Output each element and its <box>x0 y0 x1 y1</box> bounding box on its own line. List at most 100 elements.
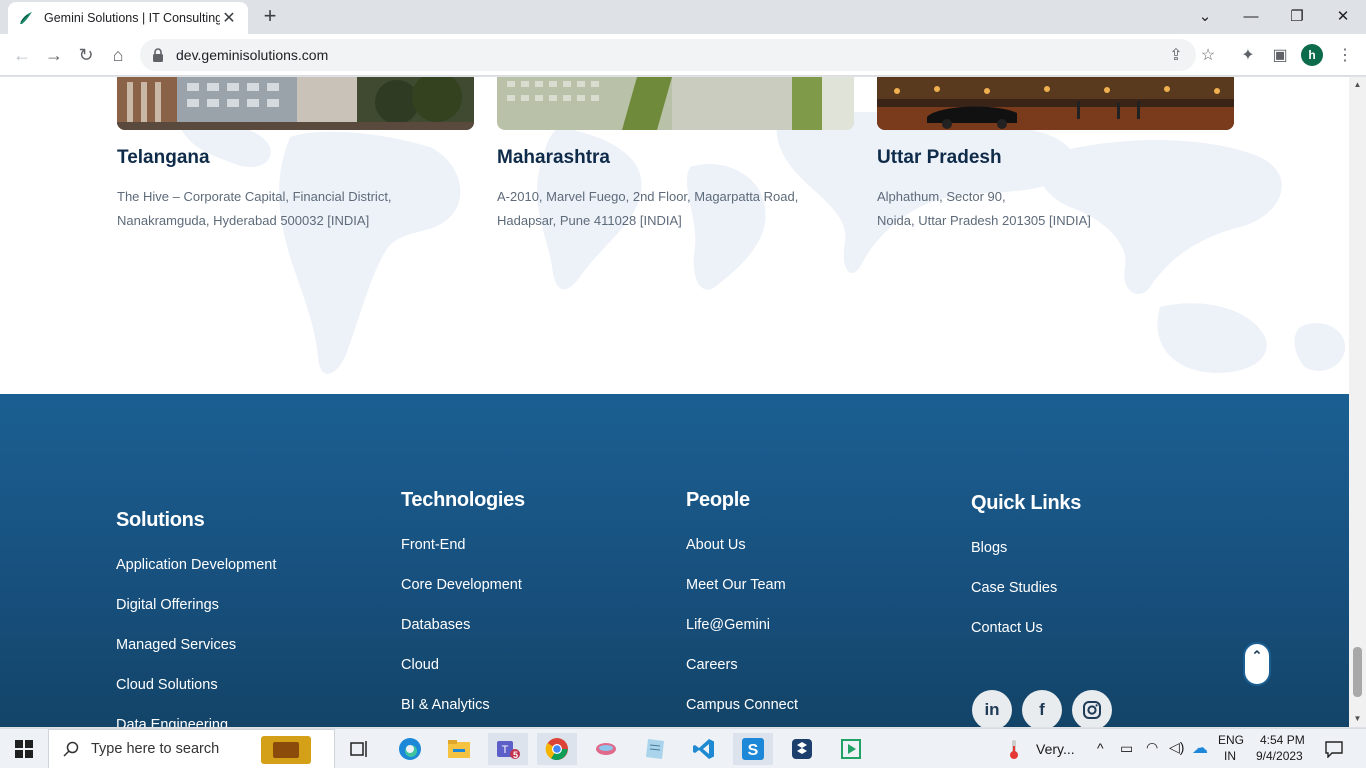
weather-text[interactable]: Very... <box>1036 741 1075 757</box>
svg-text:S: S <box>748 742 759 759</box>
instagram-glyph <box>1083 701 1101 719</box>
restore-button[interactable]: ❐ <box>1274 0 1320 32</box>
language-top[interactable]: ENG <box>1218 733 1244 747</box>
gemini-favicon-icon <box>20 12 32 24</box>
profile-avatar[interactable]: h <box>1301 44 1323 66</box>
media-player-icon[interactable] <box>831 733 871 765</box>
footer-link[interactable]: Cloud <box>401 657 439 673</box>
weather-icon[interactable] <box>996 733 1032 765</box>
share-icon[interactable]: ⇪ <box>1166 45 1186 65</box>
footer-link[interactable]: Front-End <box>401 537 465 553</box>
footer-link[interactable]: Core Development <box>401 577 522 593</box>
vscode-icon[interactable] <box>684 733 724 765</box>
bookmark-star-icon[interactable]: ☆ <box>1198 45 1218 65</box>
footer-link[interactable]: Meet Our Team <box>686 577 786 593</box>
footer-link[interactable]: About Us <box>686 537 746 553</box>
footer-link[interactable]: Case Studies <box>971 580 1057 596</box>
linkedin-icon[interactable]: in <box>972 690 1012 727</box>
forward-button[interactable]: → <box>42 43 66 67</box>
tab-close-icon[interactable]: ✕ <box>220 9 238 27</box>
clock-date[interactable]: 9/4/2023 <box>1256 749 1303 763</box>
task-view-icon[interactable] <box>340 733 380 765</box>
footer-col-solutions: Solutions Application Development Digita… <box>116 509 276 727</box>
scroll-up-arrow-icon[interactable]: ▲ <box>1353 80 1362 89</box>
start-button[interactable] <box>0 729 48 768</box>
search-placeholder: Type here to search <box>91 741 220 757</box>
onedrive-icon[interactable]: ☁ <box>1192 738 1208 758</box>
windows-taskbar: Type here to search T 5 S Very... ^ ▭ ◠ … <box>0 728 1366 768</box>
office-image <box>117 77 474 130</box>
svg-text:T: T <box>502 744 509 756</box>
side-panel-icon[interactable]: ▣ <box>1270 45 1290 65</box>
scroll-down-arrow-icon[interactable]: ▼ <box>1353 714 1362 723</box>
edge-icon[interactable] <box>390 733 430 765</box>
page-scrollbar[interactable]: ▲ ▼ <box>1349 77 1366 727</box>
teams-badge: 5 <box>513 750 519 760</box>
close-window-button[interactable]: ✕ <box>1320 0 1366 32</box>
address-line-2: Hadapsar, Pune 411028 [INDIA] <box>497 213 682 228</box>
footer-link[interactable]: Application Development <box>116 557 276 573</box>
office-image <box>497 77 854 130</box>
clock-time[interactable]: 4:54 PM <box>1260 733 1305 747</box>
address-line-1: A-2010, Marvel Fuego, 2nd Floor, Magarpa… <box>497 189 799 204</box>
home-button[interactable]: ⌂ <box>106 43 130 67</box>
snagit-icon[interactable]: S <box>733 733 773 765</box>
footer-heading: Technologies <box>401 489 525 511</box>
footer-link[interactable]: BI & Analytics <box>401 697 490 713</box>
scroll-thumb[interactable] <box>1353 647 1362 697</box>
footer-heading: People <box>686 489 750 511</box>
file-explorer-icon[interactable] <box>439 733 479 765</box>
address-line-1: The Hive – Corporate Capital, Financial … <box>117 189 392 204</box>
scroll-to-top-button[interactable]: ⌃ <box>1243 642 1271 686</box>
site-footer: Solutions Application Development Digita… <box>0 394 1349 727</box>
extensions-icon[interactable]: ✦ <box>1238 45 1258 65</box>
wifi-icon[interactable]: ◠ <box>1146 739 1158 756</box>
tab-strip: Gemini Solutions | IT Consulting, ✕ + ⌄ … <box>0 0 1366 34</box>
page-viewport: Telangana The Hive – Corporate Capital, … <box>0 77 1349 727</box>
show-hidden-icons-icon[interactable]: ^ <box>1097 740 1104 756</box>
address-line-2: Noida, Uttar Pradesh 201305 [INDIA] <box>877 213 1091 228</box>
footer-link[interactable]: Managed Services <box>116 637 236 653</box>
menu-kebab-icon[interactable]: ⋮ <box>1335 45 1355 65</box>
snipping-tool-icon[interactable] <box>586 733 626 765</box>
footer-link[interactable]: Contact Us <box>971 620 1043 636</box>
footer-link[interactable]: Databases <box>401 617 470 633</box>
facebook-icon[interactable]: f <box>1022 690 1062 727</box>
office-name: Telangana <box>117 147 210 168</box>
battery-icon[interactable]: ▭ <box>1120 740 1133 757</box>
footer-link[interactable]: Digital Offerings <box>116 597 219 613</box>
language-bottom[interactable]: IN <box>1224 749 1236 763</box>
volume-icon[interactable]: ◁) <box>1169 739 1184 756</box>
reload-button[interactable]: ↻ <box>74 43 98 67</box>
new-tab-button[interactable]: + <box>259 5 281 27</box>
chrome-icon[interactable] <box>537 733 577 765</box>
footer-link[interactable]: Careers <box>686 657 738 673</box>
minimize-button[interactable]: — <box>1228 0 1274 32</box>
url-text: dev.geminisolutions.com <box>176 47 329 63</box>
office-address: Alphathum, Sector 90, Noida, Uttar Prade… <box>877 185 1237 233</box>
teams-icon[interactable]: T 5 <box>488 733 528 765</box>
office-image <box>877 77 1234 130</box>
address-bar[interactable]: dev.geminisolutions.com ⇪ <box>140 39 1196 71</box>
briefcase-icon <box>261 736 311 764</box>
instagram-icon[interactable] <box>1072 690 1112 727</box>
address-line-2: Nanakramguda, Hyderabad 500032 [INDIA] <box>117 213 370 228</box>
footer-link[interactable]: Cloud Solutions <box>116 677 218 693</box>
dropbox-icon[interactable] <box>782 733 822 765</box>
tab-search-icon[interactable]: ⌄ <box>1182 0 1228 32</box>
taskbar-search[interactable]: Type here to search <box>48 729 335 768</box>
notifications-icon[interactable] <box>1314 733 1354 765</box>
footer-link[interactable]: Campus Connect <box>686 697 798 713</box>
back-button[interactable]: ← <box>10 43 34 67</box>
footer-link[interactable]: Blogs <box>971 540 1007 556</box>
browser-toolbar: ← → ↻ ⌂ dev.geminisolutions.com ⇪ ☆ ✦ ▣ … <box>0 34 1366 76</box>
address-line-1: Alphathum, Sector 90, <box>877 189 1006 204</box>
tab-title: Gemini Solutions | IT Consulting, <box>44 11 220 25</box>
browser-tab[interactable]: Gemini Solutions | IT Consulting, ✕ <box>8 2 248 34</box>
windows-logo-icon <box>15 740 33 758</box>
notepad-icon[interactable] <box>635 733 675 765</box>
footer-link[interactable]: Life@Gemini <box>686 617 770 633</box>
office-address: A-2010, Marvel Fuego, 2nd Floor, Magarpa… <box>497 185 857 233</box>
footer-link[interactable]: Data Engineering <box>116 717 228 727</box>
footer-heading: Quick Links <box>971 492 1082 514</box>
